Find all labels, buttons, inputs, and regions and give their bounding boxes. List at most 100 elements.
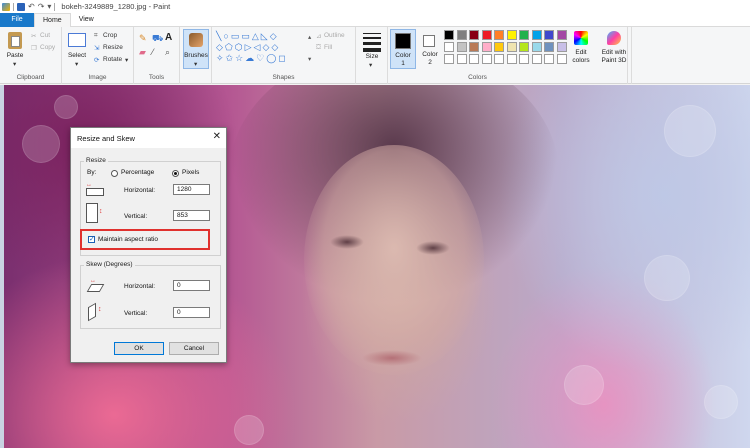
redo-icon[interactable]: ↷ [38, 2, 45, 11]
palette-swatch[interactable] [481, 54, 492, 64]
select-dropdown-icon[interactable]: ▾ [75, 60, 78, 68]
paste-dropdown-icon[interactable]: ▾ [13, 60, 16, 68]
palette-swatch[interactable] [481, 30, 492, 40]
crop-button[interactable]: Crop [103, 32, 117, 39]
magnifier-icon[interactable]: ⌕ [165, 47, 170, 58]
palette-swatch[interactable] [456, 42, 467, 52]
fill-icon[interactable]: ⛋ [316, 44, 321, 52]
palette-swatch[interactable] [494, 42, 504, 52]
skew-horizontal-input[interactable] [173, 280, 210, 291]
bokeh-light [664, 105, 716, 157]
line-size-icon[interactable] [363, 33, 381, 52]
color-picker-icon[interactable]: ⁄ [152, 47, 154, 57]
tab-file[interactable]: File [0, 13, 34, 27]
palette-swatch[interactable] [469, 30, 479, 40]
percentage-radio[interactable] [111, 170, 118, 177]
palette-swatch[interactable] [444, 42, 454, 52]
paint3d-label-b: Paint 3D [601, 57, 627, 64]
paste-icon[interactable] [8, 32, 22, 49]
resize-vertical-input[interactable] [173, 210, 210, 221]
paste-button[interactable]: Paste [4, 52, 26, 59]
skew-vertical-label: Vertical: [124, 310, 148, 317]
fill-button[interactable]: Fill [324, 44, 332, 51]
palette-swatch[interactable] [519, 42, 529, 52]
copy-icon[interactable]: ❐ [31, 44, 37, 52]
outline-button[interactable]: Outline [324, 32, 345, 39]
rotate-button[interactable]: Rotate [103, 56, 122, 63]
skew-section: Skew (Degrees) ↔ Horizontal: ↕ Vertical: [80, 261, 221, 329]
brushes-button[interactable]: Brushes ▾ [183, 29, 209, 69]
palette-swatch[interactable] [506, 54, 517, 64]
text-icon[interactable]: A [165, 32, 172, 43]
copy-button[interactable]: Copy [40, 44, 55, 51]
fill-bucket-icon[interactable]: ⛟ [152, 33, 163, 45]
close-icon[interactable]: ✕ [213, 131, 221, 142]
palette-swatch[interactable] [506, 42, 517, 52]
palette-swatch[interactable] [531, 30, 542, 40]
rotate-dropdown-icon[interactable]: ▾ [125, 56, 128, 64]
cut-icon[interactable]: ✂ [31, 32, 36, 40]
palette-swatch[interactable] [544, 54, 554, 64]
color1-label-a: Color [395, 52, 411, 59]
window-title: bokeh-3249889_1280.jpg - Paint [61, 2, 171, 11]
palette-swatch[interactable] [556, 42, 567, 52]
palette-swatch[interactable] [531, 54, 542, 64]
palette-swatch[interactable] [544, 30, 554, 40]
edit-with-paint3d-button[interactable]: Edit with Paint 3D [598, 29, 630, 73]
color1-button[interactable]: Color 1 [390, 29, 416, 69]
palette-swatch[interactable] [531, 42, 542, 52]
percentage-label[interactable]: Percentage [121, 169, 154, 176]
size-button[interactable]: Size [358, 53, 386, 60]
palette-swatch[interactable] [556, 30, 567, 40]
select-icon[interactable] [68, 33, 86, 47]
pencil-icon[interactable]: ✎ [139, 33, 147, 44]
shapes-scroll-icon[interactable]: ▴ [308, 33, 311, 41]
palette-swatch[interactable] [469, 42, 479, 52]
ok-button[interactable]: OK [114, 342, 164, 355]
palette-swatch[interactable] [444, 54, 454, 64]
select-button[interactable]: Select [64, 52, 90, 59]
customize-quick-access-icon[interactable]: ▾ [47, 2, 51, 11]
eraser-icon[interactable]: ▰ [139, 47, 146, 58]
palette-swatch[interactable] [456, 30, 467, 40]
pixels-label[interactable]: Pixels [182, 169, 199, 176]
palette-swatch[interactable] [456, 54, 467, 64]
pixels-radio[interactable] [172, 170, 179, 177]
palette-swatch[interactable] [506, 30, 517, 40]
outline-icon[interactable]: ⊿ [316, 32, 321, 40]
paint3d-group: Edit with Paint 3D [596, 27, 632, 84]
save-icon[interactable] [17, 2, 25, 11]
palette-swatch[interactable] [444, 30, 454, 40]
palette-swatch[interactable] [556, 54, 567, 64]
ribbon: Paste ▾ ✂ Cut ❐ Copy Clipboard Select ▾ … [0, 27, 750, 84]
tools-group-label: Tools [148, 74, 165, 81]
size-dropdown-icon[interactable]: ▾ [369, 61, 372, 69]
crop-icon[interactable]: ⌗ [94, 32, 98, 40]
edit-colors-button[interactable]: Edit colors [570, 31, 592, 71]
resize-icon[interactable]: ⇲ [94, 44, 99, 52]
cut-button[interactable]: Cut [40, 32, 50, 39]
separator [54, 2, 56, 11]
shapes-more-icon[interactable]: ▾ [308, 55, 311, 63]
palette-swatch[interactable] [469, 54, 479, 64]
right-eye-shape [416, 241, 450, 255]
shapes-gallery[interactable]: ╲○▭▭△◺◇ ◇⬠⬡▷◁◇◇ ✧✩☆☁♡◯◻ [216, 31, 306, 65]
palette-swatch[interactable] [519, 54, 529, 64]
resize-horizontal-input[interactable] [173, 184, 210, 195]
resize-button[interactable]: Resize [103, 44, 123, 51]
cancel-button[interactable]: Cancel [169, 342, 219, 355]
color2-button[interactable]: Color 2 [418, 29, 442, 69]
resize-vertical-label: Vertical: [124, 213, 148, 220]
skew-vertical-input[interactable] [173, 307, 210, 318]
undo-icon[interactable]: ↶ [28, 2, 35, 11]
tab-home[interactable]: Home [34, 13, 71, 27]
palette-swatch[interactable] [481, 42, 492, 52]
left-eye-shape [330, 235, 364, 249]
tab-view[interactable]: View [71, 13, 102, 27]
bokeh-light [644, 255, 690, 301]
rotate-icon[interactable]: ⟳ [94, 56, 99, 64]
palette-swatch[interactable] [544, 42, 554, 52]
palette-swatch[interactable] [494, 30, 504, 40]
palette-swatch[interactable] [519, 30, 529, 40]
palette-swatch[interactable] [494, 54, 504, 64]
